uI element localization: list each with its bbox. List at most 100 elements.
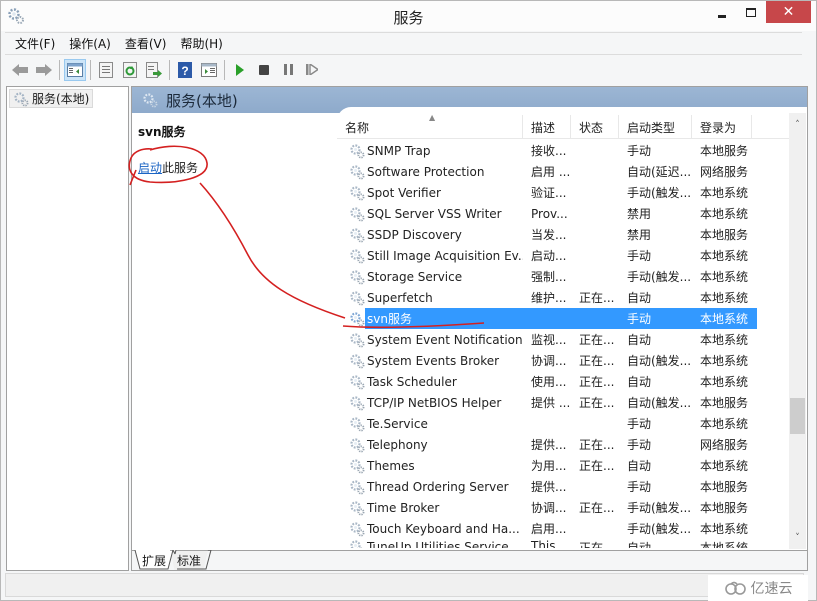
column-header-description[interactable]: 描述 [523,115,571,138]
service-row[interactable]: Thread Ordering Server 提供... 手动 本地服务 [337,476,789,497]
tree-item-services-local[interactable]: 服务(本地) [9,89,94,108]
help-icon: ? [178,61,192,78]
help-button[interactable]: ? [174,59,196,81]
service-name: Thread Ordering Server [367,479,509,494]
service-row[interactable]: Spot Verifier 验证... 手动(触发... 本地系统 [337,182,789,203]
column-header-name[interactable]: 名称 ▲ [337,113,523,138]
service-name-cell: SSDP Discovery [337,227,523,243]
service-row[interactable]: Software Protection 启用 ... 自动(延迟... 网络服务 [337,161,789,182]
forward-button[interactable] [33,59,55,81]
column-header-filler [752,115,789,138]
show-hide-action-pane-button[interactable] [198,59,220,81]
service-gear-icon [350,437,365,452]
service-row[interactable]: Storage Service 强制... 手动(触发... 本地系统 [337,266,789,287]
action-pane-icon [201,62,217,77]
service-name: System Events Broker [367,353,500,368]
menu-action[interactable]: 操作(A) [69,35,111,52]
column-header-status[interactable]: 状态 [571,115,619,138]
service-row[interactable]: Still Image Acquisition Ev... 启动... 手动 本地系统 [337,245,789,266]
refresh-button[interactable] [119,59,141,81]
service-logon-as: 本地系统 [700,291,749,305]
service-row[interactable]: Touch Keyboard and Ha... 启用... 手动(触发... 本地系… [337,518,789,539]
service-row[interactable]: Task Scheduler 使用... 正在... 自动 本地系统 [337,371,789,392]
forward-arrow-icon [36,63,52,76]
service-description: 强制... [531,270,567,284]
cloud-logo-icon [724,581,746,595]
service-status: 正在... [579,438,615,452]
vertical-scrollbar[interactable]: ˄ ˅ [789,113,806,549]
service-description: 接收... [531,144,567,158]
tab-standard[interactable]: 标准 [170,550,208,570]
service-gear-icon [350,185,365,200]
start-service-link[interactable]: 启动 [138,161,162,175]
minimize-button[interactable] [709,1,735,23]
service-name: svn服务 [367,312,412,326]
stop-service-button[interactable] [253,59,275,81]
service-description: 验证... [531,186,567,200]
tab-extended[interactable]: 扩展 [135,550,173,570]
scroll-up-button[interactable]: ˄ [789,116,806,133]
service-name-cell: Te.Service [337,416,523,432]
service-row[interactable]: TuneUp Utilities Service This... 正在... 自动 本地… [337,539,789,548]
pause-service-button[interactable] [277,59,299,81]
service-description: 协调... [531,501,567,515]
menu-file[interactable]: 文件(F) [15,35,55,52]
column-header-logon-as[interactable]: 登录为 [692,115,752,138]
maximize-button[interactable] [737,1,765,23]
start-service-action: 启动此服务 [138,159,198,176]
services-gear-icon [14,91,29,106]
show-hide-console-tree-button[interactable] [64,58,86,81]
service-logon-as: 本地系统 [700,375,749,389]
service-name: Themes [367,458,415,473]
service-description: 为用... [531,459,567,473]
service-startup-type: 手动(触发... [627,270,692,284]
service-name: Te.Service [367,416,428,431]
service-row[interactable]: Telephony 提供... 正在... 手动 网络服务 [337,434,789,455]
service-row[interactable]: SNMP Trap 接收... 手动 本地服务 [337,140,789,161]
service-startup-type: 禁用 [627,207,652,221]
service-description: This... [531,539,567,548]
service-row[interactable]: SSDP Discovery 当发... 禁用 本地服务 [337,224,789,245]
service-row[interactable]: Superfetch 维护... 正在... 自动 本地系统 [337,287,789,308]
scroll-down-button[interactable]: ˅ [789,529,806,546]
column-header-startup-type[interactable]: 启动类型 [619,115,692,138]
service-gear-icon [350,416,365,431]
service-logon-as: 本地系统 [700,541,749,548]
service-row[interactable]: Te.Service 手动 本地系统 [337,413,789,434]
service-status: 正在... [579,354,615,368]
scroll-thumb[interactable] [790,398,805,434]
close-button[interactable]: ✕ [766,1,811,23]
service-gear-icon [350,353,365,368]
service-gear-icon [350,521,365,536]
service-row[interactable]: SQL Server VSS Writer Prov... 禁用 本地系统 [337,203,789,224]
service-gear-icon [350,269,365,284]
service-row[interactable]: TCP/IP NetBIOS Helper 提供 ... 正在... 自动(触发...… [337,392,789,413]
back-button[interactable] [9,59,31,81]
toolbar-separator [224,59,225,80]
start-service-suffix: 此服务 [162,161,199,175]
service-row[interactable]: System Events Broker 协调... 正在... 自动(触发... 本地… [337,350,789,371]
service-row-selected[interactable]: svn服务 手动 本地系统 [337,308,789,329]
menu-view[interactable]: 查看(V) [125,35,167,52]
properties-button[interactable] [95,59,117,81]
service-startup-type: 手动(触发... [627,501,692,515]
service-gear-icon [350,311,365,326]
start-service-button[interactable] [229,59,251,81]
menu-help[interactable]: 帮助(H) [180,35,222,52]
service-status: 正在... [579,291,615,305]
service-startup-type: 自动(触发... [627,354,692,368]
close-icon: ✕ [782,4,795,20]
service-startup-type: 禁用 [627,228,652,242]
service-name-cell: System Event Notification... [337,332,523,348]
service-logon-as: 本地系统 [700,333,749,347]
restart-service-button[interactable] [301,59,323,81]
service-name: SNMP Trap [367,143,431,158]
service-row[interactable]: Time Broker 协调... 正在... 手动(触发... 本地服务 [337,497,789,518]
service-gear-icon [350,290,365,305]
service-row[interactable]: System Event Notification... 监视... 正在... 自动… [337,329,789,350]
service-name-cell: Thread Ordering Server [337,479,523,495]
sort-ascending-icon: ▲ [429,113,436,122]
service-name-cell: Storage Service [337,269,523,285]
service-row[interactable]: Themes 为用... 正在... 自动 本地系统 [337,455,789,476]
export-list-button[interactable] [143,59,165,81]
